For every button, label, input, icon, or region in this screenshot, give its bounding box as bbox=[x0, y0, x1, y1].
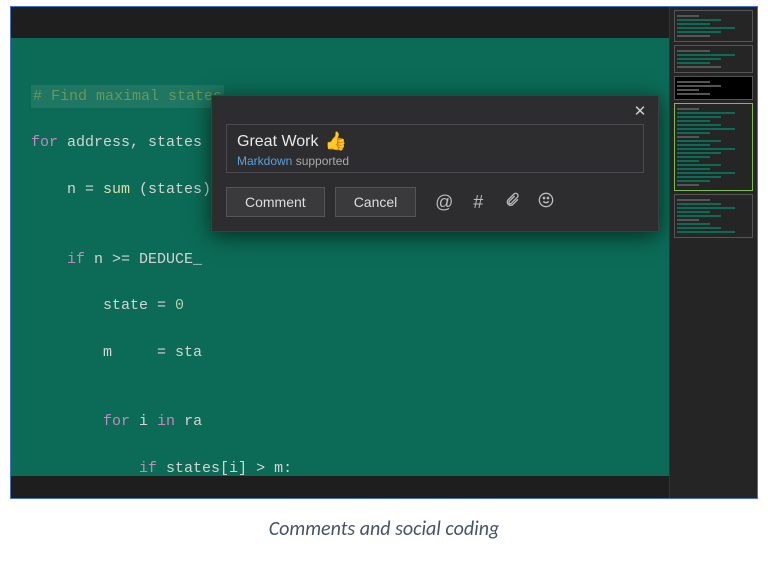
comment-input[interactable]: Great Work 👍 Markdown supported bbox=[226, 124, 644, 173]
minimap[interactable] bbox=[669, 7, 757, 498]
minimap-section[interactable] bbox=[674, 45, 753, 73]
code-block: # Find maximal states for address, state… bbox=[11, 7, 669, 498]
markdown-hint: Markdown supported bbox=[237, 154, 633, 168]
thumbs-up-icon: 👍 bbox=[325, 131, 347, 152]
markdown-link[interactable]: Markdown bbox=[237, 154, 292, 168]
figure-caption: Comments and social coding bbox=[0, 503, 768, 541]
hash-icon[interactable]: # bbox=[468, 192, 488, 213]
minimap-section-active[interactable] bbox=[674, 103, 753, 191]
attachment-icon[interactable] bbox=[502, 192, 522, 213]
code-editor[interactable]: # Find maximal states for address, state… bbox=[11, 7, 669, 498]
minimap-section[interactable] bbox=[674, 194, 753, 238]
mention-icon[interactable]: @ bbox=[434, 192, 454, 213]
comment-popup: ✕ Great Work 👍 Markdown supported Commen… bbox=[211, 95, 659, 232]
minimap-section[interactable] bbox=[674, 76, 753, 100]
cancel-button[interactable]: Cancel bbox=[335, 187, 417, 217]
comment-button[interactable]: Comment bbox=[226, 187, 325, 217]
code-comment: # Find maximal states bbox=[31, 85, 224, 108]
close-icon[interactable]: ✕ bbox=[630, 102, 650, 122]
emoji-icon[interactable] bbox=[536, 192, 556, 213]
minimap-section[interactable] bbox=[674, 10, 753, 42]
screenshot-frame: # Find maximal states for address, state… bbox=[10, 6, 758, 499]
comment-text: Great Work bbox=[237, 133, 319, 151]
